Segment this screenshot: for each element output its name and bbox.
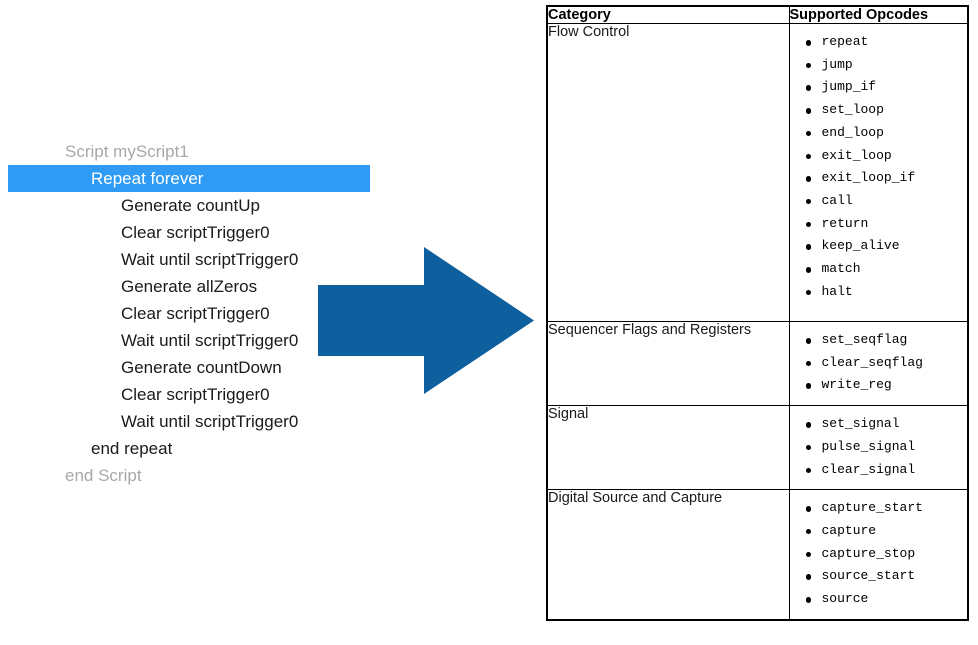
script-line-label: Clear scriptTrigger0 [121, 223, 270, 242]
opcode-list: set_signal pulse_signal clear_signal [790, 406, 968, 489]
script-line[interactable]: end repeat [0, 435, 370, 462]
script-line-label: Generate countUp [121, 196, 260, 215]
script-tree[interactable]: Script myScript1 Repeat forever Generate c… [0, 138, 370, 489]
opcode-item: exit_loop [805, 145, 964, 168]
right-arrow-icon [318, 247, 534, 394]
opcode-item: return [805, 213, 964, 236]
script-line[interactable]: Clear scriptTrigger0 [0, 219, 370, 246]
category-cell: Signal [546, 405, 790, 491]
opcode-item: jump_if [805, 76, 964, 99]
opcodes-cell: set_seqflag clear_seqflag write_reg [788, 320, 969, 407]
script-line[interactable]: Wait until scriptTrigger0 [0, 408, 370, 435]
opcode-item: repeat [805, 31, 964, 54]
opcodes-cell: repeat jump jump_if set_loop end_loop exit_lo… [788, 23, 969, 322]
script-line-label: Generate allZeros [121, 277, 258, 296]
opcode-list: capture_start capture capture_stop source_s… [790, 490, 968, 619]
opcode-item: exit_loop_if [805, 167, 964, 190]
script-line[interactable]: end Script [0, 462, 370, 489]
opcode-item: set_loop [805, 99, 964, 122]
script-line[interactable]: Generate countDown [0, 354, 370, 381]
opcode-item: halt [805, 281, 964, 304]
column-header-supported-opcodes: Supported Opcodes [788, 5, 969, 24]
table-row: Digital Source and Capture capture_start c… [546, 489, 969, 621]
opcode-item: jump [805, 54, 964, 77]
opcode-list: set_seqflag clear_seqflag write_reg [790, 322, 968, 405]
script-line-label: Wait until scriptTrigger0 [121, 412, 299, 431]
opcode-item: pulse_signal [805, 436, 964, 459]
opcode-item: capture_stop [805, 543, 964, 566]
table-body: Flow Control repeat jump jump_if set_loop end… [546, 23, 969, 621]
column-header-category: Category [546, 5, 790, 24]
opcode-item: capture_start [805, 497, 964, 520]
opcode-item: end_loop [805, 122, 964, 145]
table-row: Signal set_signal pulse_signal clear_signal [546, 405, 969, 491]
script-line-label: Script myScript1 [65, 142, 189, 161]
opcode-item: write_reg [805, 374, 964, 397]
category-cell: Sequencer Flags and Registers [546, 320, 790, 407]
opcode-item: capture [805, 520, 964, 543]
table-head: Category Supported Opcodes [546, 5, 969, 24]
category-cell: Flow Control [546, 23, 790, 322]
table-row: Flow Control repeat jump jump_if set_loop end… [546, 23, 969, 322]
arrow-shape [318, 247, 534, 394]
opcode-item: match [805, 258, 964, 281]
script-line-selected[interactable]: Repeat forever [8, 165, 370, 192]
supported-opcodes-table: Category Supported Opcodes Flow Control r… [546, 5, 969, 621]
opcode-item: set_seqflag [805, 329, 964, 352]
script-line-label: end Script [65, 466, 142, 485]
opcode-item: source_start [805, 565, 964, 588]
opcode-item: source [805, 588, 964, 611]
script-line[interactable]: Generate countUp [0, 192, 370, 219]
script-line-label: end repeat [91, 439, 173, 458]
script-line-label: Clear scriptTrigger0 [121, 304, 270, 323]
table-header-row: Category Supported Opcodes [546, 5, 969, 24]
script-line[interactable]: Wait until scriptTrigger0 [0, 246, 370, 273]
script-line-label: Wait until scriptTrigger0 [121, 250, 299, 269]
opcodes-cell: set_signal pulse_signal clear_signal [788, 405, 969, 491]
script-line[interactable]: Script myScript1 [0, 138, 370, 165]
opcode-item: clear_signal [805, 459, 964, 482]
script-line[interactable]: Clear scriptTrigger0 [0, 381, 370, 408]
opcodes-cell: capture_start capture capture_stop source_s… [788, 489, 969, 621]
script-line-label: Clear scriptTrigger0 [121, 385, 270, 404]
script-line-label: Repeat forever [91, 169, 204, 188]
category-cell: Digital Source and Capture [546, 489, 790, 621]
script-line-label: Wait until scriptTrigger0 [121, 331, 299, 350]
script-line-label: Generate countDown [121, 358, 282, 377]
opcode-item: keep_alive [805, 235, 964, 258]
opcode-item: call [805, 190, 964, 213]
opcode-list: repeat jump jump_if set_loop end_loop exit_lo… [790, 24, 968, 311]
opcode-item: clear_seqflag [805, 352, 964, 375]
script-line[interactable]: Wait until scriptTrigger0 [0, 327, 370, 354]
script-line[interactable]: Clear scriptTrigger0 [0, 300, 370, 327]
table-row: Sequencer Flags and Registers set_seqflag… [546, 320, 969, 407]
script-line[interactable]: Generate allZeros [0, 273, 370, 300]
opcode-item: set_signal [805, 413, 964, 436]
